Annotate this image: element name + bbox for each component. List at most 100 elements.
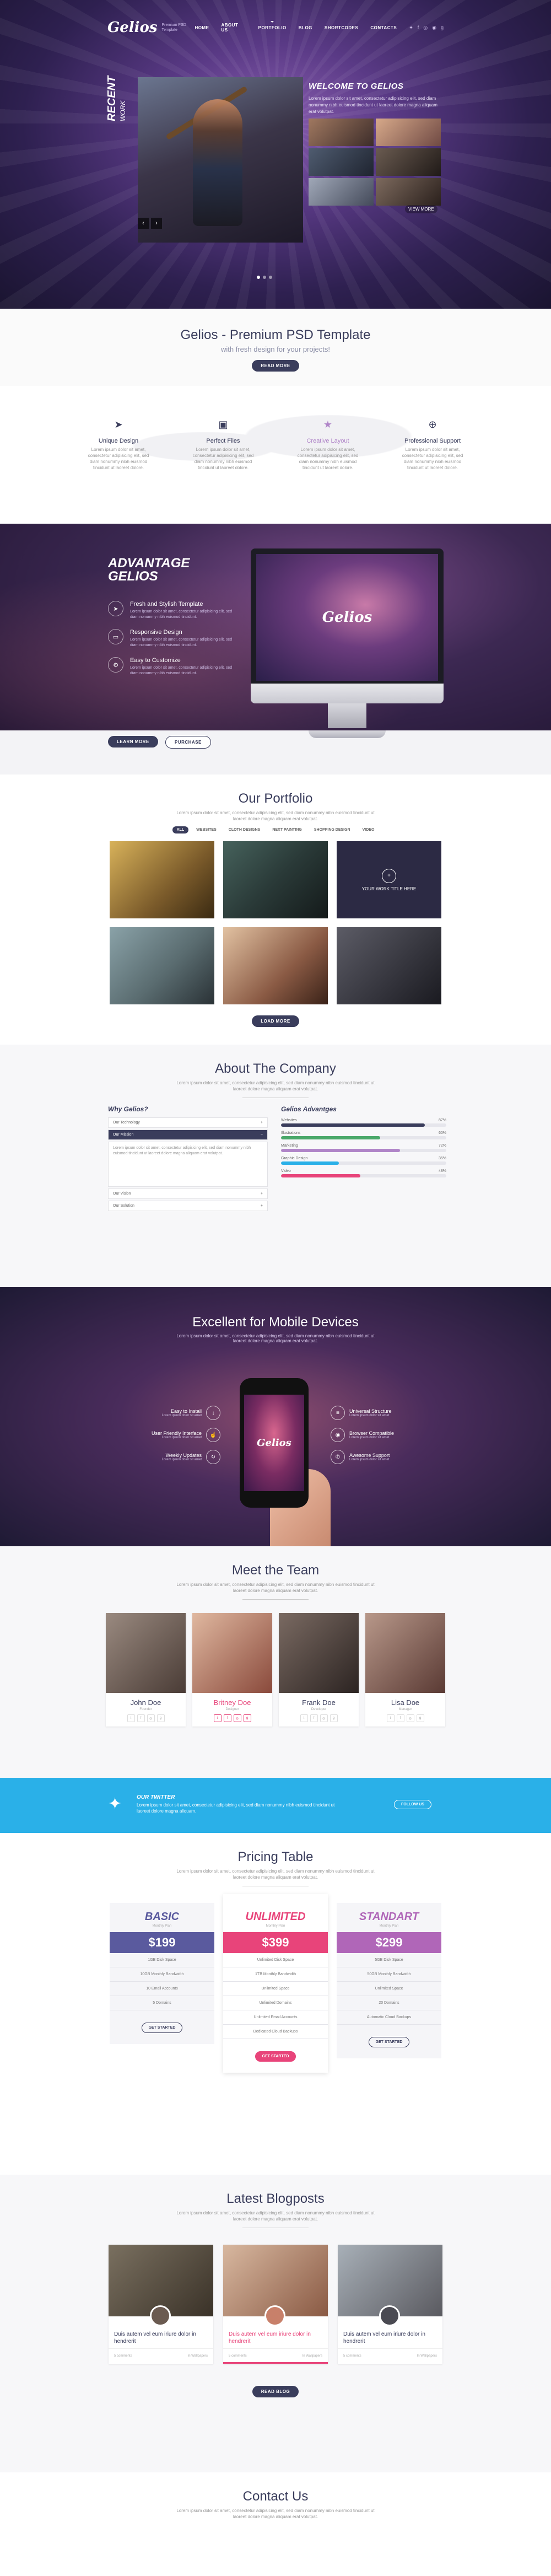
zoom-icon[interactable]: + [382, 868, 396, 883]
nav-blog[interactable]: BLOG [299, 25, 312, 30]
plus-icon: + [260, 1121, 263, 1125]
monitor-stand [328, 703, 366, 728]
filter-shopping-design[interactable]: SHOPPING DESIGN [310, 826, 355, 833]
accordion-item[interactable]: Our Technology + [108, 1117, 268, 1128]
feature-item: ★ Creative Layout Lorem ipsum dolor sit … [292, 419, 364, 524]
view-more-link[interactable]: VIEW MORE [405, 205, 437, 213]
filter-cloth-designs[interactable]: CLOTH DESIGNS [224, 826, 265, 833]
pricing-plan: BASIC Monthly Plan $199 1GB Disk Space 10GB … [110, 1903, 214, 2044]
portfolio-item[interactable] [223, 927, 328, 1004]
get-started-button[interactable]: GET STARTED [141, 2023, 183, 2033]
portfolio-item[interactable]: + YOUR WORK TITLE HERE [337, 841, 441, 918]
skill-label: Video [281, 1169, 291, 1173]
purchase-button[interactable]: PURCHASE [165, 736, 211, 749]
monitor-icon: ▭ [108, 629, 123, 644]
post-category[interactable]: In Wallpapers [417, 2354, 437, 2358]
get-started-button[interactable]: GET STARTED [368, 2037, 410, 2047]
slider-dot[interactable] [269, 276, 272, 279]
read-more-button[interactable]: READ MORE [252, 360, 299, 372]
advantage-title: ADVANTAGE GELIOS [108, 557, 190, 583]
portfolio-item[interactable] [110, 927, 214, 1004]
facebook-icon[interactable]: f [223, 1714, 231, 1722]
prev-arrow-icon[interactable]: ‹ [138, 218, 149, 229]
filter-next-painting[interactable]: NEXT PAINTING [268, 826, 306, 833]
nav-shortcodes[interactable]: SHORTCODES [325, 25, 358, 30]
slider-dot[interactable] [263, 276, 266, 279]
twitter-icon[interactable]: t [127, 1714, 135, 1722]
portfolio-item[interactable] [337, 927, 441, 1004]
hero-thumb[interactable] [376, 148, 441, 176]
accordion-item[interactable]: Our Solution + [108, 1201, 268, 1211]
post-category[interactable]: In Wallpapers [188, 2354, 208, 2358]
google-plus-icon[interactable]: g [441, 25, 444, 31]
hero-thumb[interactable] [376, 119, 441, 146]
twitter-icon[interactable]: t [213, 1714, 222, 1722]
portfolio-item[interactable] [110, 841, 214, 918]
accordion-item[interactable]: Our Vision + [108, 1188, 268, 1199]
nav-portfolio[interactable]: PORTFOLIO [258, 20, 287, 30]
logo[interactable]: Gelios Premium PSD Template [107, 19, 195, 36]
accordion-label: Our Solution [113, 1204, 134, 1208]
rss-icon[interactable]: ◉ [432, 25, 436, 31]
get-started-button[interactable]: GET STARTED [255, 2051, 296, 2062]
feature-text: Lorem ipsum dolor sit amet, consectetur … [297, 447, 359, 470]
advantage-title-line1: ADVANTAGE [108, 556, 190, 571]
author-avatar [379, 2305, 400, 2326]
mobile-features-right: ≡ Universal Structure Lorem ipsum dolor si… [331, 1406, 441, 1472]
accordion-item-open[interactable]: Our Mission − [108, 1130, 268, 1140]
nav-contacts[interactable]: CONTACTS [370, 25, 397, 30]
post-comments[interactable]: 5 comments [343, 2354, 361, 2358]
facebook-icon[interactable]: f [396, 1714, 404, 1722]
dribbble-icon[interactable]: ◎ [147, 1714, 155, 1722]
hero-thumb[interactable] [309, 119, 374, 146]
hero-main-image[interactable] [138, 77, 303, 243]
learn-more-button[interactable]: LEARN MORE [108, 736, 158, 747]
post-image [338, 2245, 442, 2326]
hero-thumb[interactable] [309, 148, 374, 176]
plan-feature: 10GB Monthly Bandwidth [110, 1967, 214, 1982]
support-icon: ✆ [331, 1450, 345, 1464]
read-blog-button[interactable]: READ BLOG [252, 2386, 299, 2397]
twitter-icon[interactable]: t [386, 1714, 395, 1722]
follow-us-button[interactable]: FOLLOW US [394, 1800, 431, 1809]
mobile-feature-text: Lorem ipsum dolor sit amet [349, 1436, 390, 1439]
dribbble-icon[interactable]: ◎ [406, 1714, 414, 1722]
facebook-icon[interactable]: f [137, 1714, 145, 1722]
blog-subtitle: Lorem ipsum dolor sit amet, consectetur … [176, 2211, 375, 2222]
feature-text: Lorem ipsum dolor sit amet, consectetur … [88, 447, 149, 470]
load-more-button[interactable]: LOAD MORE [252, 1015, 299, 1027]
google-plus-icon[interactable]: g [243, 1714, 251, 1722]
plan-feature: 20 Domains [337, 1996, 441, 2010]
twitter-icon[interactable]: ✦ [409, 25, 413, 31]
dribbble-icon[interactable]: ◎ [423, 25, 428, 31]
post-category[interactable]: In Wallpapers [302, 2354, 322, 2358]
dribbble-icon[interactable]: ◎ [320, 1714, 328, 1722]
post-comments[interactable]: 5 comments [114, 2354, 132, 2358]
next-arrow-icon[interactable]: › [151, 218, 162, 229]
filter-video[interactable]: VIDEO [358, 826, 379, 833]
post-comments[interactable]: 5 comments [229, 2354, 247, 2358]
plan-feature: Unlimited Email Accounts [223, 2010, 328, 2025]
portfolio-item[interactable] [223, 841, 328, 918]
skill-bar: Illustrations 60% [281, 1131, 446, 1139]
filter-websites[interactable]: WEBSITES [192, 826, 221, 833]
filter-all[interactable]: ALL [172, 826, 189, 833]
blog-post[interactable]: Duis autem vel eum iriure dolor in hendr… [109, 2245, 213, 2364]
hero-thumb[interactable] [376, 178, 441, 206]
blog-post[interactable]: Duis autem vel eum iriure dolor in hendr… [223, 2245, 328, 2364]
advantage-title-line2: GELIOS [108, 569, 158, 584]
twitter-icon[interactable]: t [300, 1714, 308, 1722]
nav-home[interactable]: HOME [195, 25, 209, 30]
facebook-icon[interactable]: f [310, 1714, 318, 1722]
google-plus-icon[interactable]: g [329, 1714, 338, 1722]
dribbble-icon[interactable]: ◎ [233, 1714, 241, 1722]
blog-post[interactable]: Duis autem vel eum iriure dolor in hendr… [338, 2245, 442, 2364]
facebook-icon[interactable]: f [418, 25, 419, 31]
nav-about[interactable]: ABOUT US [221, 23, 246, 33]
portfolio-grid: + YOUR WORK TITLE HERE [0, 841, 551, 1004]
google-plus-icon[interactable]: g [156, 1714, 165, 1722]
slider-dot[interactable] [257, 276, 260, 279]
hero-thumb[interactable] [309, 178, 374, 206]
google-plus-icon[interactable]: g [416, 1714, 424, 1722]
paper-plane-icon: ➤ [114, 419, 123, 430]
